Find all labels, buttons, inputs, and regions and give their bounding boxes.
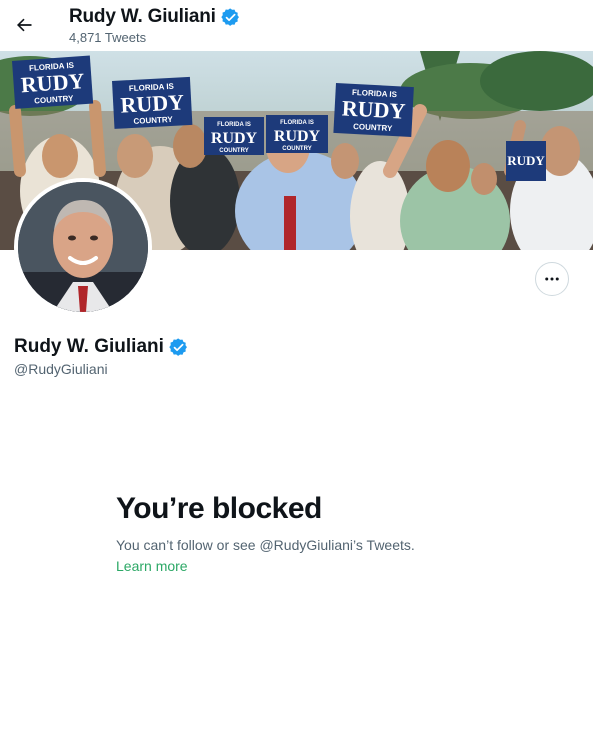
sign-main-text: RUDY [20, 68, 85, 97]
learn-more-link[interactable]: Learn more [116, 558, 188, 574]
profile-name: Rudy W. Giuliani [14, 336, 188, 358]
more-horizontal-icon [545, 277, 559, 281]
sign-top-text: FLORIDA IS [280, 120, 314, 126]
profile-handle: @RudyGiuliani [14, 361, 108, 377]
arrow-left-icon [17, 18, 32, 32]
header-name: Rudy W. Giuliani [69, 6, 216, 27]
avatar-image [18, 182, 148, 312]
back-button[interactable] [12, 13, 36, 37]
blocked-notice: You’re blocked You can’t follow or see @… [116, 492, 496, 576]
sign-main-text: RUDY [341, 95, 406, 123]
top-header: Rudy W. Giuliani 4,871 Tweets [0, 0, 593, 51]
banner-sign: FLORIDA IS RUDY COUNTRY [204, 117, 264, 155]
sign-main-text: RUDY [211, 130, 258, 147]
sign-bottom-text: COUNTRY [219, 148, 248, 154]
banner-sign: RUDY [506, 141, 546, 181]
sign-main-text: RUDY [120, 89, 185, 117]
sign-bottom-text: COUNTRY [282, 146, 311, 152]
banner-sign: FLORIDA IS RUDY COUNTRY [333, 83, 414, 138]
profile-avatar[interactable] [14, 178, 152, 316]
banner-sign: FLORIDA IS RUDY COUNTRY [266, 115, 328, 153]
verified-badge-icon [221, 7, 239, 26]
tweet-count: 4,871 Tweets [69, 30, 147, 45]
banner-sign: FLORIDA IS RUDY COUNTRY [12, 55, 94, 109]
blocked-title: You’re blocked [116, 492, 322, 525]
profile-name-text: Rudy W. Giuliani [14, 336, 164, 357]
verified-badge-icon [169, 337, 187, 356]
sign-main-text: RUDY [507, 153, 545, 168]
sign-top-text: FLORIDA IS [217, 122, 251, 128]
sign-main-text: RUDY [274, 128, 321, 145]
banner-sign: FLORIDA IS RUDY COUNTRY [112, 76, 193, 129]
header-title: Rudy W. Giuliani [69, 6, 240, 28]
blocked-description: You can’t follow or see @RudyGiuliani’s … [116, 537, 415, 553]
more-options-button[interactable] [535, 262, 569, 296]
